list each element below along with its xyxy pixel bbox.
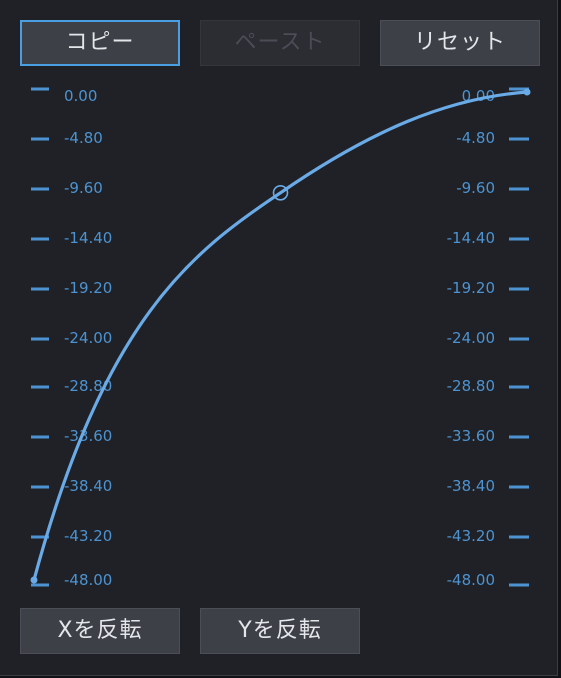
left-tick-label: -24.00 — [64, 329, 112, 347]
curve-editor-panel: コピー ペースト リセット 0.00 -4.80 -9.60 -14.40 -19.20… — [0, 0, 558, 676]
left-tick-label: -14.40 — [64, 229, 112, 247]
right-scale: 0.00-4.80-9.60-14.40-19.20-24.00-28.80-3… — [447, 87, 529, 589]
right-tick-label: -24.00 — [447, 329, 495, 347]
right-tick-label: -43.20 — [447, 527, 495, 545]
right-tick-label: -33.60 — [447, 427, 495, 445]
left-tick-label: -4.80 — [64, 129, 103, 147]
right-tick-label: -9.60 — [456, 179, 495, 197]
flip-x-button[interactable]: Xを反転 — [20, 608, 180, 654]
left-tick-label: 0.00 — [64, 87, 97, 105]
left-scale: 0.00-4.80-9.60-14.40-19.20-24.00-28.80-3… — [31, 87, 112, 589]
left-tick-label: -48.00 — [64, 571, 112, 589]
left-tick-label: -19.20 — [64, 279, 112, 297]
end-point-handle[interactable] — [523, 88, 531, 96]
left-tick-label: -9.60 — [64, 179, 103, 197]
curve-graph[interactable]: 0.00 -4.80 -9.60 -14.40 -19.20 -24.00 -28.80 -3… — [0, 0, 558, 600]
left-tick-label: -33.60 — [64, 427, 112, 445]
right-tick-label: -19.20 — [447, 279, 495, 297]
flip-y-button[interactable]: Yを反転 — [200, 608, 360, 654]
right-tick-label: -28.80 — [447, 377, 495, 395]
right-tick-label: -48.00 — [447, 571, 495, 589]
left-tick-label: -43.20 — [64, 527, 112, 545]
left-tick-label: -38.40 — [64, 477, 112, 495]
start-point-handle[interactable] — [30, 576, 38, 584]
right-tick-label: -14.40 — [447, 229, 495, 247]
right-tick-label: -38.40 — [447, 477, 495, 495]
right-tick-label: -4.80 — [456, 129, 495, 147]
